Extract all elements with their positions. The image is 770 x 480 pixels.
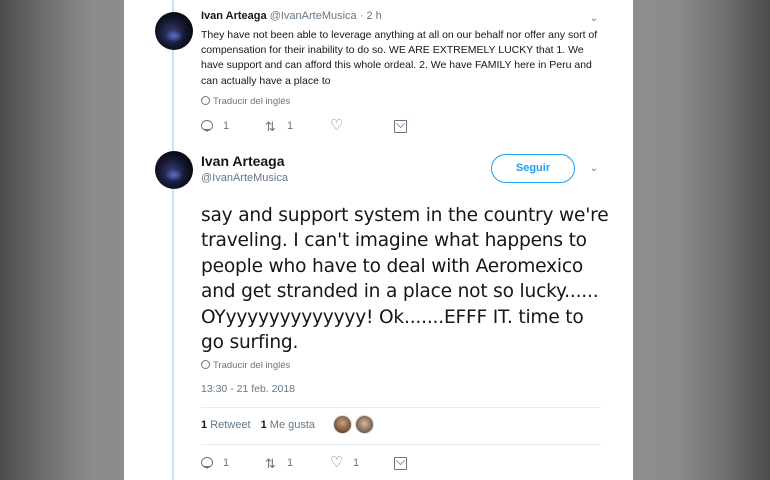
- retweet-button[interactable]: ⇅ 1: [265, 117, 293, 135]
- likes-stat[interactable]: 1 Me gusta: [261, 419, 315, 431]
- like-icon: [330, 456, 344, 470]
- retweet-count: 1: [287, 457, 294, 469]
- avatar[interactable]: [155, 12, 193, 50]
- globe-icon: [201, 96, 210, 105]
- retweets-number: 1: [201, 419, 208, 431]
- author-handle[interactable]: @IvanArteMusica: [270, 10, 357, 22]
- author-handle[interactable]: @IvanArteMusica: [201, 172, 288, 184]
- reply-button[interactable]: 1: [201, 454, 229, 472]
- follow-button[interactable]: Seguir: [491, 154, 575, 183]
- translate-label: Traducir del inglés: [213, 96, 291, 107]
- reply-button[interactable]: 1: [201, 117, 229, 135]
- divider: [201, 407, 601, 408]
- liker-avatar[interactable]: [355, 415, 374, 434]
- tweet-time[interactable]: 2 h: [366, 10, 381, 22]
- separator-dot: ·: [359, 10, 364, 22]
- author-name[interactable]: Ivan Arteaga: [201, 153, 285, 169]
- like-count: 1: [353, 457, 360, 469]
- like-button[interactable]: [330, 117, 353, 135]
- direct-message-icon: [394, 456, 407, 470]
- tweet-timestamp[interactable]: 13:30 - 21 feb. 2018: [201, 383, 295, 395]
- tweet-header: Ivan Arteaga @IvanArteMusica · 2 h: [201, 10, 382, 22]
- likes-number: 1: [260, 419, 267, 431]
- like-icon: [330, 119, 344, 133]
- retweet-icon: ⇅: [265, 118, 276, 134]
- reply-icon: [201, 119, 214, 133]
- avatar[interactable]: [155, 151, 193, 189]
- author-name[interactable]: Ivan Arteaga: [201, 10, 267, 22]
- like-button[interactable]: 1: [330, 454, 360, 472]
- tweet-actions: 1 ⇅ 1 1: [201, 454, 431, 472]
- translate-link[interactable]: Traducir del inglés: [201, 360, 290, 371]
- retweets-stat[interactable]: 1 Retweet: [201, 419, 251, 431]
- reply-count: 1: [223, 120, 230, 132]
- direct-message-icon: [394, 119, 407, 133]
- thread-connector-line: [172, 0, 174, 480]
- likes-label: Me gusta: [269, 419, 316, 431]
- tweet-thread-card: Ivan Arteaga @IvanArteMusica · 2 h ⌄ The…: [124, 0, 633, 480]
- reply-count: 1: [223, 457, 230, 469]
- tweet-text: say and support system in the country we…: [201, 205, 609, 354]
- chevron-down-icon[interactable]: ⌄: [589, 14, 599, 24]
- chevron-down-icon[interactable]: ⌄: [589, 164, 599, 174]
- engagement-stats: 1 Retweet 1 Me gusta: [201, 419, 315, 431]
- divider: [201, 444, 601, 445]
- retweet-count: 1: [287, 120, 294, 132]
- globe-icon: [201, 360, 210, 369]
- tweet-actions: 1 ⇅ 1: [201, 117, 431, 135]
- tweet-text: They have not been able to leverage anyt…: [201, 29, 598, 87]
- liker-avatar[interactable]: [333, 415, 352, 434]
- retweet-button[interactable]: ⇅ 1: [265, 454, 293, 472]
- retweet-icon: ⇅: [265, 455, 276, 471]
- translate-label: Traducir del inglés: [213, 360, 291, 371]
- direct-message-button[interactable]: [394, 454, 407, 472]
- direct-message-button[interactable]: [394, 117, 407, 135]
- translate-link[interactable]: Traducir del inglés: [201, 96, 290, 107]
- retweets-label: Retweet: [210, 419, 251, 431]
- reply-icon: [201, 456, 214, 470]
